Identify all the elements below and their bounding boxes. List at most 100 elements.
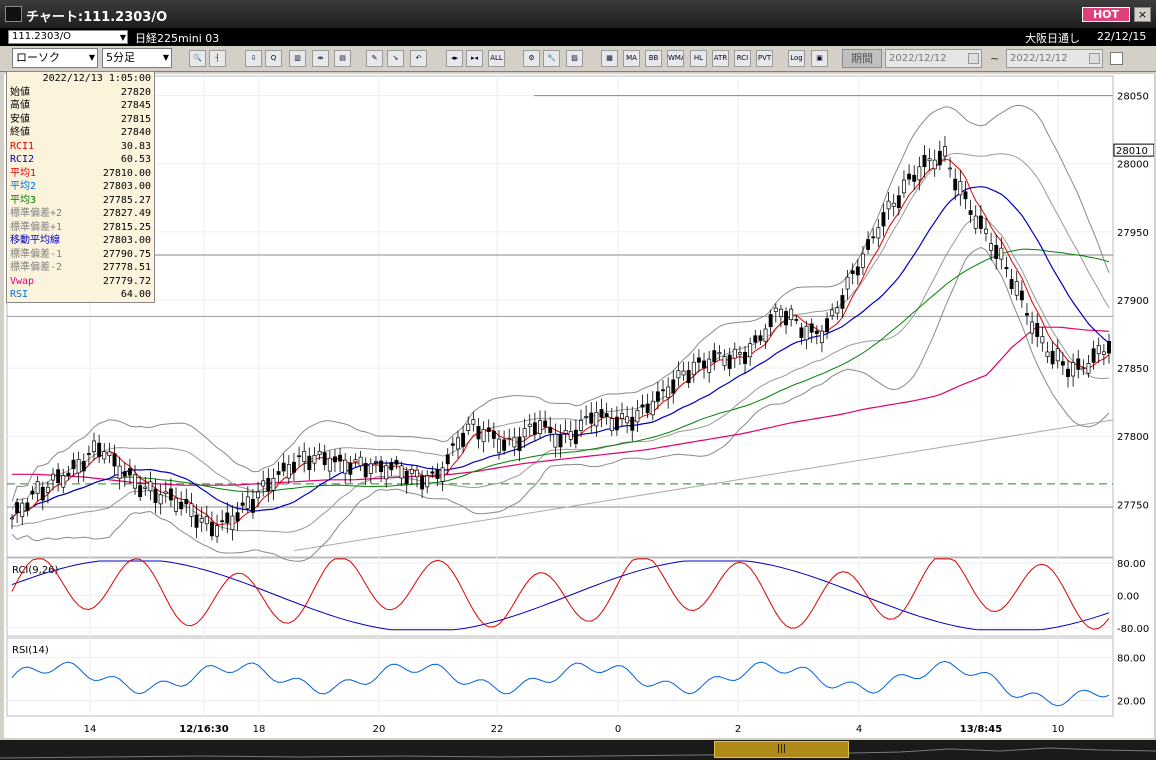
indicator-icon[interactable]: ▤ (334, 50, 351, 67)
candle-body (599, 409, 604, 418)
download-icon[interactable]: ⇩ (245, 50, 262, 67)
split-icon[interactable]: ⇹ (312, 50, 329, 67)
candle-body (461, 432, 466, 447)
candle-body (666, 386, 671, 399)
candle-body (1071, 362, 1076, 377)
color-icon[interactable]: ▨ (566, 50, 583, 67)
current-price-label: 28010 (1116, 146, 1148, 157)
data-row: RCI2 60.53 (7, 153, 154, 167)
data-row: 始値 27820 (7, 86, 154, 100)
date-to-field[interactable]: 2022/12/12 (1006, 49, 1103, 68)
candle-body (984, 228, 988, 234)
candle-body (404, 470, 409, 485)
data-rows: 始値 27820 高値 27845 安値 27815 終値 27840 RCI1 30.83 RCI… (7, 86, 154, 302)
chevron-down-icon: ▼ (88, 53, 95, 62)
data-row: 標準偏差-2 27778.51 (7, 261, 154, 275)
ruler-icon[interactable]: ┤ (209, 50, 226, 67)
candle-body (512, 436, 517, 448)
calendar-icon[interactable] (1089, 53, 1100, 64)
candle-body (1081, 367, 1086, 370)
candle-body (153, 488, 158, 503)
chart-type-select[interactable]: ローソク ▼ (12, 48, 98, 68)
candle-body (15, 502, 20, 514)
close-button[interactable]: × (1134, 7, 1151, 22)
hl-icon[interactable]: HL (690, 50, 707, 67)
candle-body (97, 442, 102, 457)
date-from-field[interactable]: 2022/12/12 (885, 49, 982, 68)
candle-body (389, 462, 394, 471)
candle-body (353, 459, 358, 463)
shrink-icon[interactable]: ▸◂ (466, 50, 483, 67)
all-icon[interactable]: ALL (488, 50, 505, 67)
candle-body (450, 443, 455, 446)
candle-body (332, 456, 337, 463)
candle-body (51, 473, 55, 481)
candle-body (671, 379, 676, 394)
rsi-tick-label: 20.00 (1117, 697, 1146, 708)
wma-icon[interactable]: WMA (667, 50, 684, 67)
calendar-icon[interactable] (968, 53, 979, 64)
candle-body (1050, 350, 1055, 365)
data-row-value: 30.83 (120, 140, 151, 152)
candle-body (732, 348, 737, 359)
candle-body (1076, 358, 1081, 370)
chart-area[interactable]: 28050 28000 27950 27900 27850 27800 27750 28010… (4, 71, 1154, 738)
price-tick-label: 27750 (1117, 500, 1149, 511)
candle-body (445, 454, 450, 465)
tools-icon[interactable]: 🔧 (543, 50, 560, 67)
candle-body (814, 330, 819, 334)
candle-body (25, 502, 30, 512)
candle-body (76, 458, 81, 474)
market-name: 日経225mini 03 (135, 32, 220, 45)
candle-body (527, 423, 532, 427)
option-checkbox[interactable] (1110, 52, 1123, 65)
chart-window: チャート:111.2303/O HOT × 111.2303/O ▼ 日経225… (0, 0, 1156, 760)
symbol-select[interactable]: 111.2303/O ▼ (8, 30, 128, 44)
candle-body (174, 497, 178, 512)
settings-icon[interactable]: ⚙ (523, 50, 540, 67)
candle-body (61, 475, 66, 488)
chart-canvas[interactable]: 28050 28000 27950 27900 27850 27800 27750 28010… (4, 74, 1154, 738)
data-row-label: 標準偏差-1 (10, 248, 63, 260)
candle-body (989, 243, 994, 251)
scroll-thumb[interactable]: ||| (714, 741, 849, 758)
data-row-label: 平均3 (10, 194, 37, 206)
price-tick-label: 27800 (1117, 432, 1149, 443)
candle-body (71, 459, 76, 469)
candle-body (307, 455, 312, 471)
candle-body (707, 358, 712, 373)
candle-body (163, 491, 168, 494)
pencil-icon[interactable]: ✎ (366, 50, 383, 67)
bb-icon[interactable]: BB (645, 50, 662, 67)
data-row-label: 終値 (10, 127, 30, 138)
candle-body (568, 430, 573, 440)
atr-icon[interactable]: ATR (712, 50, 729, 67)
magnify-chart-icon[interactable]: Q (265, 50, 282, 67)
exchange-label: 大阪日通し (1025, 32, 1080, 45)
candle-body (932, 159, 937, 170)
time-tick-label: 13/8:45 (960, 724, 1002, 735)
table-icon[interactable]: ▦ (601, 50, 618, 67)
undo-icon[interactable]: ↶ (410, 50, 427, 67)
bar-chart-icon[interactable]: ▥ (289, 50, 306, 67)
rci-icon[interactable]: RCI (734, 50, 751, 67)
pvt-icon[interactable]: PVT (756, 50, 773, 67)
candle-body (937, 150, 942, 166)
hot-button[interactable]: HOT (1082, 7, 1130, 22)
data-row: 終値 27840 (7, 126, 154, 140)
log-icon[interactable]: Log (788, 50, 805, 67)
title-bar[interactable]: チャート:111.2303/O HOT × (0, 0, 1156, 28)
time-tick-label: 20 (373, 724, 386, 735)
ohlc-data-box: 2022/12/13 1:05:00 始値 27820 高値 27845 安値 27815… (6, 71, 155, 303)
period-button[interactable]: 期間 (842, 49, 882, 68)
candle-body (563, 430, 568, 434)
ma-icon[interactable]: MA (623, 50, 640, 67)
time-tick-label: 0 (615, 724, 621, 735)
candle-body (958, 181, 963, 196)
save-icon[interactable]: ▣ (811, 50, 828, 67)
zoom-icon[interactable]: 🔍 (189, 50, 206, 67)
time-scrollbar[interactable]: ||| (0, 740, 1156, 760)
expand-icon[interactable]: ◂▸ (446, 50, 463, 67)
interval-select[interactable]: 5分足 ▼ (102, 48, 172, 68)
cursor-icon[interactable]: ➘ (387, 50, 404, 67)
